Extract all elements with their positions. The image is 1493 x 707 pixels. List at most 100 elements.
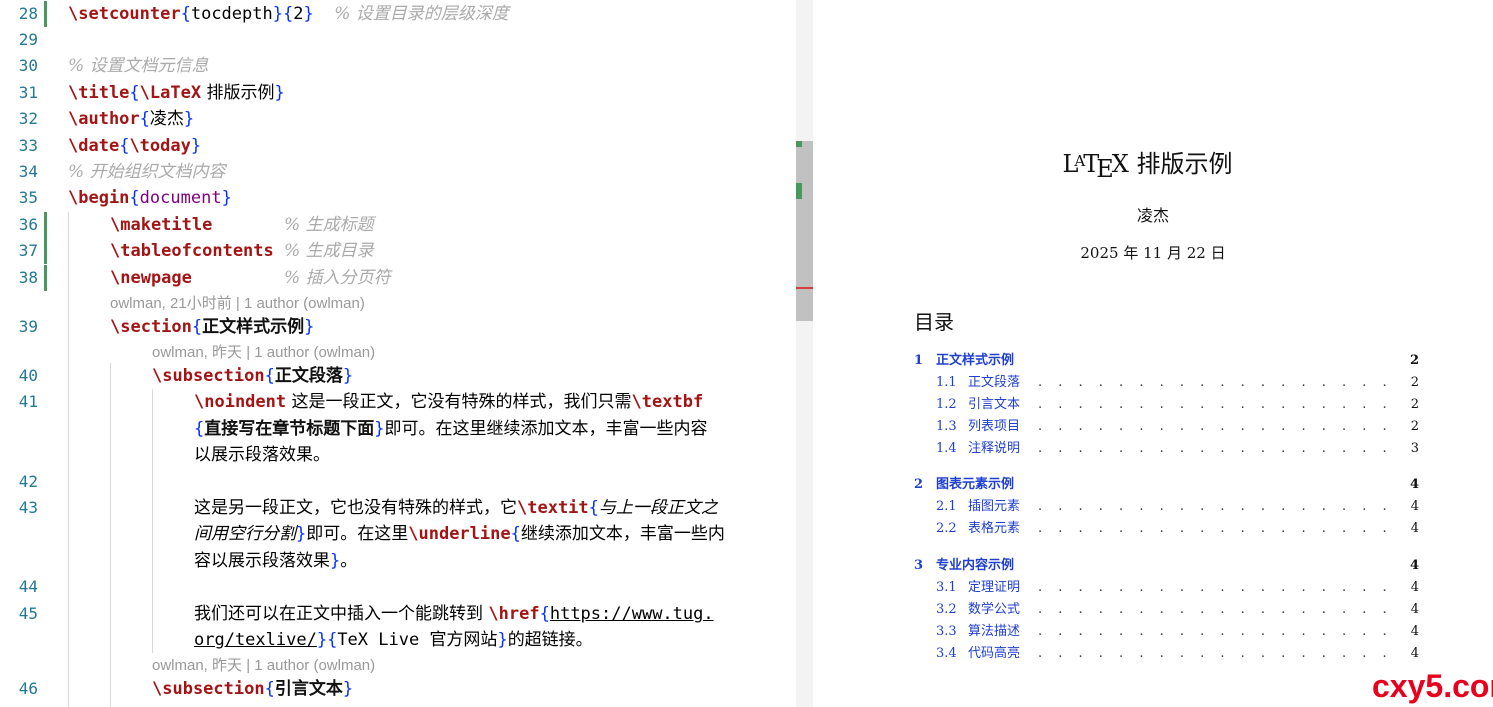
line-number: 45 [18, 604, 38, 623]
code-line[interactable]: 间用空行分割}即可。在这里\underline{继续添加文本，丰富一些内 [0, 521, 797, 547]
git-blame-annotation[interactable]: owlman, 21小时前 | 1 author (owlman) [110, 293, 365, 315]
code-line[interactable]: 46 \subsection{引言文本} [0, 676, 797, 702]
toc-number: 2 [914, 477, 924, 492]
line-number: 36 [18, 215, 38, 234]
line-number: 38 [18, 268, 38, 287]
code-line[interactable]: org/texlive/}{TeX Live 官方网站}的超链接。 [0, 627, 797, 653]
code-line[interactable]: 34 % 开始组织文档内容 [0, 159, 797, 185]
token-cmd: \subsection [152, 679, 265, 699]
toc-subsection-entry[interactable]: 3.3 算法描述 . . . . . . . . . . . . . . . . .… [813, 622, 1493, 642]
code-line[interactable]: 36 \maketitle % 生成标题 [0, 212, 797, 238]
toc-label: 数学公式 [968, 602, 1021, 617]
code-line[interactable]: 29 [0, 27, 797, 53]
code-line[interactable]: 容以展示段落效果}。 [0, 548, 797, 574]
token-brace: } [190, 136, 202, 156]
code-line[interactable]: 43 这是另一段正文，它也没有特殊的样式，它\textit{与上一段正文之 [0, 495, 797, 521]
toc-dot-leader: . . . . . . . . . . . . . . . . . . . . … [1038, 646, 1394, 661]
token-brace: } [304, 317, 315, 337]
token-cjk: 以展示段落效果。 [194, 445, 330, 465]
code-line[interactable]: 38 \newpage % 插入分页符 [0, 265, 797, 291]
line-number: 31 [18, 83, 38, 102]
token-brace: { [191, 317, 203, 337]
code-line[interactable]: 41 \noindent 这是一段正文，它没有特殊的样式，我们只需\textbf [0, 389, 797, 415]
line-number: 37 [18, 241, 38, 260]
toc-page-number: 4 [1409, 477, 1419, 492]
token-brace: } [342, 366, 354, 386]
token-brace: { [194, 419, 205, 439]
code-line[interactable]: 45 我们还可以在正文中插入一个能跳转到 \href{https://www.tu… [0, 601, 797, 627]
code-editor[interactable]: 28 \setcounter{tocdepth}{2} % 设置目录的层级深度 29… [0, 0, 797, 707]
toc-label: 算法描述 [968, 624, 1021, 639]
code-line[interactable]: 以展示段落效果。 [0, 442, 797, 468]
scrollbar-change-marker [796, 183, 802, 199]
code-line[interactable]: 40 \subsection{正文段落} [0, 363, 797, 389]
token-bold: 正文样式示例 [202, 317, 305, 337]
token-brace: } [274, 83, 285, 103]
pdf-preview[interactable]: LATEX 排版示例 凌杰 2025 年 11 月 22 日 目录 1 正文样式示… [813, 0, 1493, 707]
code-text: 这是另一段正文，它也没有特殊的样式，它\textit{与上一段正文之 [194, 495, 718, 521]
toc-page-number: 2 [1409, 353, 1419, 368]
toc-page-number: 4 [1409, 558, 1419, 573]
toc-heading: 目录 [914, 310, 954, 334]
toc-label: 代码高亮 [968, 646, 1021, 661]
line-number: 44 [18, 577, 38, 596]
git-change-marker [44, 265, 47, 291]
code-line[interactable]: 42 [0, 469, 797, 495]
toc-section-entry[interactable]: 3 专业内容示例 4 [813, 556, 1493, 576]
toc-subsection-entry[interactable]: 2.1 插图元素 . . . . . . . . . . . . . . . . .… [813, 497, 1493, 517]
code-line[interactable]: 35 \begin{document} [0, 185, 797, 211]
token-cjk: 即可。在这里 [306, 524, 409, 544]
editor-scrollbar[interactable] [796, 0, 813, 707]
code-text: 以展示段落效果。 [194, 442, 330, 468]
toc-number: 3.1 [936, 580, 957, 595]
code-line[interactable]: {直接写在章节标题下面}即可。在这里继续添加文本，丰富一些内容 [0, 416, 797, 442]
toc-dot-leader: . . . . . . . . . . . . . . . . . . . . … [1038, 602, 1394, 617]
toc-subsection-entry[interactable]: 1.1 正文段落 . . . . . . . . . . . . . . . . .… [813, 373, 1493, 393]
toc-section-entry[interactable]: 2 图表元素示例 4 [813, 475, 1493, 495]
toc-subsection-entry[interactable]: 3.2 数学公式 . . . . . . . . . . . . . . . . .… [813, 600, 1493, 620]
line-number: 32 [18, 109, 38, 128]
token-brace: } [221, 188, 232, 208]
code-line[interactable]: 37 \tableofcontents % 生成目录 [0, 238, 797, 264]
token-cmt: % 设置文档元信息 [68, 56, 209, 76]
git-blame-annotation[interactable]: owlman, 昨天 | 1 author (owlman) [152, 342, 375, 364]
toc-dot-leader: . . . . . . . . . . . . . . . . . . . . … [1038, 375, 1394, 390]
code-line[interactable]: 28 \setcounter{tocdepth}{2} % 设置目录的层级深度 [0, 1, 797, 27]
token-cmt: % 设置目录的层级深度 [334, 4, 509, 24]
code-line[interactable]: 44 [0, 574, 797, 600]
toc-subsection-entry[interactable]: 1.3 列表项目 . . . . . . . . . . . . . . . . .… [813, 417, 1493, 437]
toc-subsection-entry[interactable]: 3.1 定理证明 . . . . . . . . . . . . . . . . .… [813, 578, 1493, 598]
token-text: 2 [293, 4, 304, 24]
code-line[interactable]: 32 \author{凌杰} [0, 106, 797, 132]
toc-subsection-entry[interactable]: 3.4 代码高亮 . . . . . . . . . . . . . . . . .… [813, 644, 1493, 664]
line-number: 39 [18, 317, 38, 336]
toc-label: 表格元素 [968, 521, 1021, 536]
toc-subsection-entry[interactable]: 1.2 引言文本 . . . . . . . . . . . . . . . . .… [813, 395, 1493, 415]
token-cmd: \textit [517, 498, 589, 518]
token-cjk: 。 [340, 551, 358, 571]
scrollbar-thumb[interactable] [796, 141, 813, 321]
toc-section-entry[interactable]: 1 正文样式示例 2 [813, 351, 1493, 371]
watermark: cxy5.com [1372, 668, 1493, 704]
code-line[interactable]: 39 \section{正文样式示例} [0, 314, 797, 340]
toc-subsection-entry[interactable]: 1.4 注释说明 . . . . . . . . . . . . . . . . .… [813, 439, 1493, 459]
code-text: org/texlive/}{TeX Live 官方网站}的超链接。 [194, 627, 593, 653]
token-cmt: % 生成目录 [284, 241, 374, 261]
code-line[interactable]: 33 \date{\today} [0, 133, 797, 159]
toc-page-number: 2 [1410, 375, 1419, 390]
toc-dot-leader: . . . . . . . . . . . . . . . . . . . . … [1038, 580, 1394, 595]
token-bold: 引言文本 [274, 679, 343, 699]
code-line[interactable]: 31 \title{\LaTeX 排版示例} [0, 80, 797, 106]
token-cjk: 的超链接。 [507, 630, 593, 650]
token-cmd: \today [129, 136, 191, 156]
token-cmd: \setcounter [68, 4, 181, 24]
code-text: 间用空行分割}即可。在这里\underline{继续添加文本，丰富一些内 [194, 521, 725, 547]
line-number: 40 [18, 366, 38, 385]
code-line[interactable]: 30 % 设置文档元信息 [0, 53, 797, 79]
toc-label: 正文样式示例 [936, 353, 1015, 368]
token-brace: { [139, 109, 150, 129]
toc-subsection-entry[interactable]: 2.2 表格元素 . . . . . . . . . . . . . . . . .… [813, 519, 1493, 539]
git-blame-annotation[interactable]: owlman, 昨天 | 1 author (owlman) [152, 655, 375, 677]
